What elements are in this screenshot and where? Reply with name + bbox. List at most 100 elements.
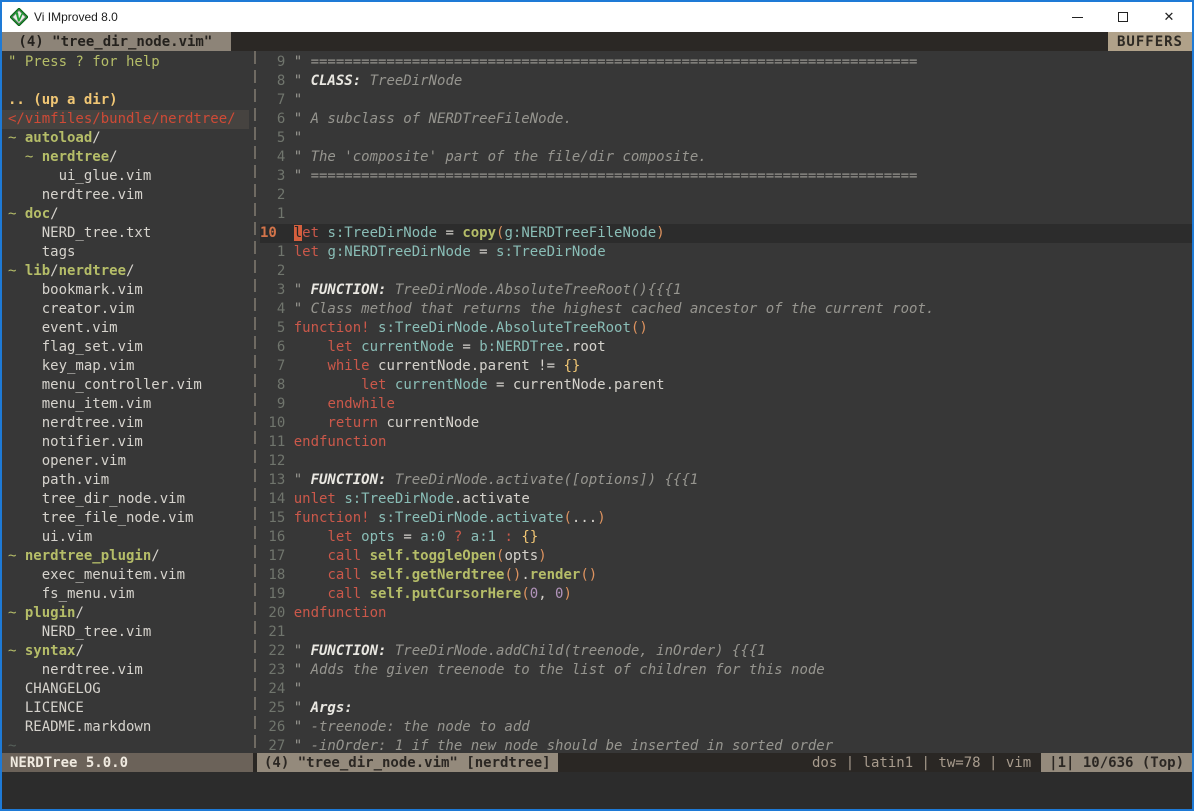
code-token: (): [504, 567, 521, 583]
code-token: [294, 396, 328, 412]
tree-row[interactable]: [2, 72, 249, 91]
tree-row[interactable]: nerdtree.vim: [2, 661, 249, 680]
code-line[interactable]: 9 " ====================================…: [260, 53, 1192, 72]
code-token: [294, 529, 328, 545]
tree-row[interactable]: ~ syntax/: [2, 642, 249, 661]
code-line[interactable]: 8 " CLASS: TreeDirNode: [260, 72, 1192, 91]
code-token: b:NERDTree: [479, 339, 563, 355]
tree-row[interactable]: tree_file_node.vim: [2, 509, 249, 528]
code-line[interactable]: 4 " The 'composite' part of the file/dir…: [260, 148, 1192, 167]
code-line[interactable]: 22 " FUNCTION: TreeDirNode.addChild(tree…: [260, 642, 1192, 661]
tree-row[interactable]: nerdtree.vim: [2, 186, 249, 205]
code-line[interactable]: 19 call self.putCursorHere(0, 0): [260, 585, 1192, 604]
code-token: ": [294, 700, 311, 716]
code-token: s:TreeDirNode: [496, 244, 606, 260]
code-line[interactable]: 14 unlet s:TreeDirNode.activate: [260, 490, 1192, 509]
tree-row[interactable]: bookmark.vim: [2, 281, 249, 300]
tree-row[interactable]: tree_dir_node.vim: [2, 490, 249, 509]
tree-row[interactable]: menu_item.vim: [2, 395, 249, 414]
tree-row[interactable]: exec_menuitem.vim: [2, 566, 249, 585]
code-line[interactable]: 18 call self.getNerdtree().render(): [260, 566, 1192, 585]
code-token: ": [294, 73, 311, 89]
code-line[interactable]: 7 while currentNode.parent != {}: [260, 357, 1192, 376]
code-line[interactable]: 12: [260, 452, 1192, 471]
tree-row[interactable]: ~ doc/: [2, 205, 249, 224]
maximize-button[interactable]: [1100, 2, 1146, 32]
code-line[interactable]: 20 endfunction: [260, 604, 1192, 623]
tree-row[interactable]: creator.vim: [2, 300, 249, 319]
tree-row[interactable]: ~ nerdtree/: [2, 148, 249, 167]
code-line[interactable]: 2: [260, 262, 1192, 281]
code-line[interactable]: 10 return currentNode: [260, 414, 1192, 433]
code-line[interactable]: 27 " -inOrder: 1 if the new node should …: [260, 737, 1192, 753]
code-token: =: [437, 225, 462, 241]
code-token: ": [294, 282, 311, 298]
code-line[interactable]: 6 let currentNode = b:NERDTree.root: [260, 338, 1192, 357]
minimize-button[interactable]: [1054, 2, 1100, 32]
tree-row[interactable]: notifier.vim: [2, 433, 249, 452]
code-line[interactable]: 16 let opts = a:0 ? a:1 : {}: [260, 528, 1192, 547]
tree-row[interactable]: README.markdown: [2, 718, 249, 737]
tree-row[interactable]: NERD_tree.vim: [2, 623, 249, 642]
tree-row[interactable]: ui.vim: [2, 528, 249, 547]
tree-row[interactable]: tags: [2, 243, 249, 262]
code-token: s:TreeDirNode.activate: [378, 510, 563, 526]
command-line-area[interactable]: [2, 772, 1192, 809]
code-line[interactable]: 1: [260, 205, 1192, 224]
code-line[interactable]: 11 endfunction: [260, 433, 1192, 452]
line-number: 15: [260, 510, 294, 526]
code-line[interactable]: 3 " FUNCTION: TreeDirNode.AbsoluteTreeRo…: [260, 281, 1192, 300]
code-line-current[interactable]: 10 let s:TreeDirNode = copy(g:NERDTreeFi…: [260, 224, 1192, 243]
code-token: [294, 586, 328, 602]
tree-row[interactable]: ~: [2, 737, 249, 753]
code-line[interactable]: 3 " ====================================…: [260, 167, 1192, 186]
code-line[interactable]: 7 ": [260, 91, 1192, 110]
code-token: {}: [563, 358, 580, 374]
code-line[interactable]: 5 ": [260, 129, 1192, 148]
code-line[interactable]: 15 function! s:TreeDirNode.activate(...): [260, 509, 1192, 528]
tree-row[interactable]: fs_menu.vim: [2, 585, 249, 604]
code-line[interactable]: 17 call self.toggleOpen(opts): [260, 547, 1192, 566]
tree-row[interactable]: NERD_tree.txt: [2, 224, 249, 243]
tree-row[interactable]: CHANGELOG: [2, 680, 249, 699]
line-number: 9: [260, 54, 294, 70]
code-token: (): [580, 567, 597, 583]
code-line[interactable]: 2: [260, 186, 1192, 205]
code-line[interactable]: 5 function! s:TreeDirNode.AbsoluteTreeRo…: [260, 319, 1192, 338]
tree-row[interactable]: ~ plugin/: [2, 604, 249, 623]
code-line[interactable]: 25 " Args:: [260, 699, 1192, 718]
tree-row[interactable]: key_map.vim: [2, 357, 249, 376]
status-position-segment: |1| 10/636 (Top): [1041, 753, 1192, 772]
tree-selected-path[interactable]: </vimfiles/bundle/nerdtree/: [2, 110, 249, 129]
code-line[interactable]: 21: [260, 623, 1192, 642]
code-line[interactable]: 26 " -treenode: the node to add: [260, 718, 1192, 737]
tree-row[interactable]: opener.vim: [2, 452, 249, 471]
tree-row[interactable]: LICENCE: [2, 699, 249, 718]
tree-row[interactable]: ~ lib/nerdtree/: [2, 262, 249, 281]
code-token: [386, 377, 394, 393]
close-button[interactable]: ✕: [1146, 2, 1192, 32]
tree-row[interactable]: event.vim: [2, 319, 249, 338]
code-token: let: [361, 377, 386, 393]
tree-row[interactable]: path.vim: [2, 471, 249, 490]
code-line[interactable]: 6 " A subclass of NERDTreeFileNode.: [260, 110, 1192, 129]
tree-row[interactable]: menu_controller.vim: [2, 376, 249, 395]
window-split-separator[interactable]: [249, 51, 260, 753]
tree-row[interactable]: .. (up a dir): [2, 91, 249, 110]
code-line[interactable]: 8 let currentNode = currentNode.parent: [260, 376, 1192, 395]
code-line[interactable]: 1 let g:NERDTreeDirNode = s:TreeDirNode: [260, 243, 1192, 262]
tree-row[interactable]: flag_set.vim: [2, 338, 249, 357]
tab-active-buffer[interactable]: (4) "tree_dir_node.vim": [2, 32, 231, 51]
line-number: 8: [260, 377, 294, 393]
tree-row[interactable]: " Press ? for help: [2, 53, 249, 72]
tree-row[interactable]: ~ nerdtree_plugin/: [2, 547, 249, 566]
code-token: function!: [294, 510, 370, 526]
code-line[interactable]: 24 ": [260, 680, 1192, 699]
tree-row[interactable]: nerdtree.vim: [2, 414, 249, 433]
tree-row[interactable]: ~ autoload/: [2, 129, 249, 148]
tree-row[interactable]: ui_glue.vim: [2, 167, 249, 186]
code-line[interactable]: 23 " Adds the given treenode to the list…: [260, 661, 1192, 680]
code-line[interactable]: 9 endwhile: [260, 395, 1192, 414]
code-line[interactable]: 13 " FUNCTION: TreeDirNode.activate([opt…: [260, 471, 1192, 490]
code-line[interactable]: 4 " Class method that returns the highes…: [260, 300, 1192, 319]
